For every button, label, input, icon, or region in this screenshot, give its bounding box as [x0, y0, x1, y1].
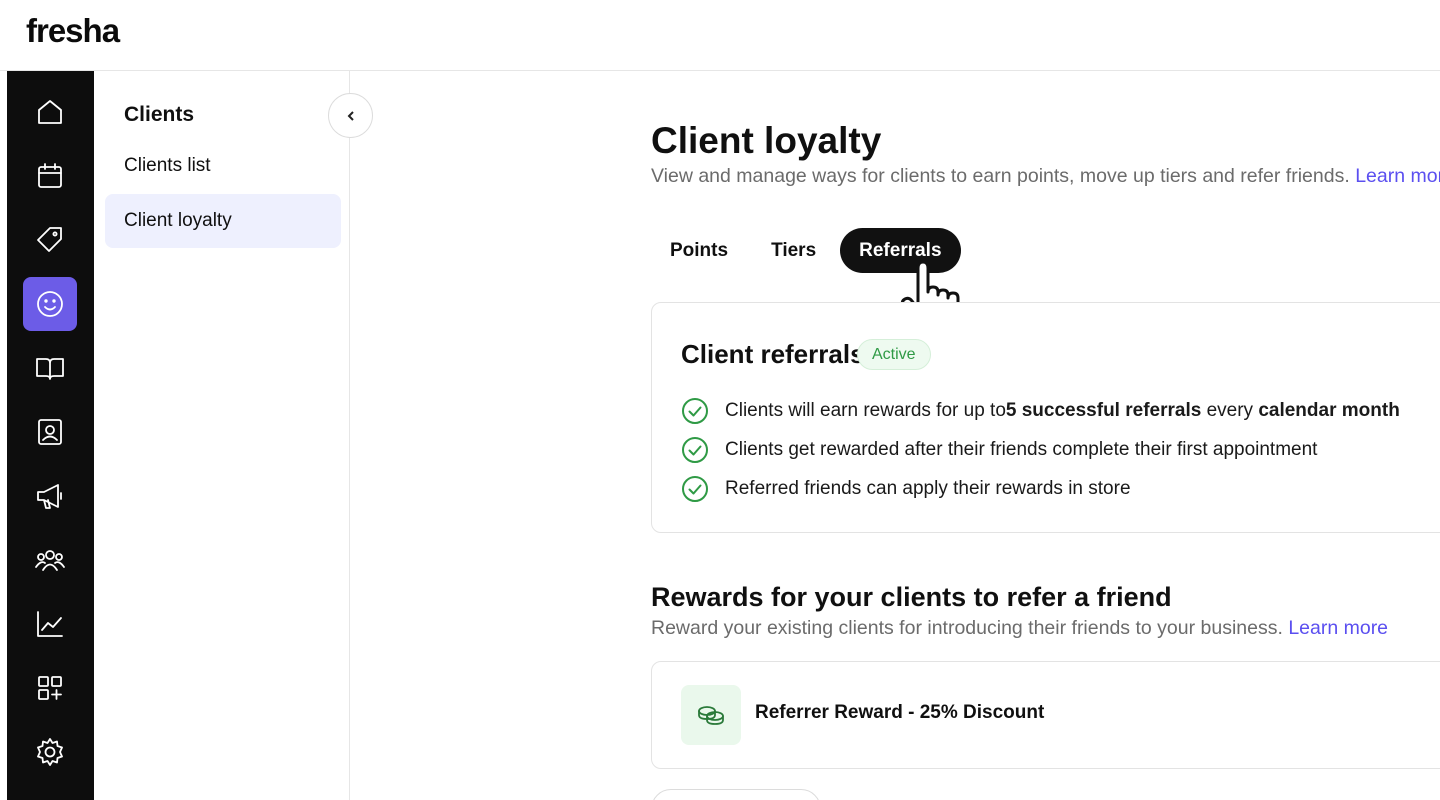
learn-more-link[interactable]: Learn more: [1355, 165, 1440, 187]
tab-tiers[interactable]: Tiers: [752, 228, 835, 273]
coins-icon: [698, 706, 724, 725]
rail-add-ons[interactable]: [23, 661, 77, 715]
page-subtitle: View and manage ways for clients to earn…: [651, 165, 1440, 188]
subnav-item-clients-list[interactable]: Clients list: [105, 139, 341, 193]
rail-settings[interactable]: [23, 725, 77, 779]
rail-marketing[interactable]: [23, 469, 77, 523]
fresha-logo[interactable]: fresha: [26, 12, 120, 50]
reward-label: Referrer Reward - 25% Discount: [755, 702, 1045, 723]
rail-sales[interactable]: [23, 213, 77, 267]
rewards-section-title: Rewards for your clients to refer a frie…: [651, 582, 1172, 612]
status-badge: Active: [857, 339, 931, 370]
add-apps-icon: [38, 676, 62, 700]
rule-3-text: Referred friends can apply their rewards…: [725, 478, 1131, 499]
subnav-title: Clients: [124, 103, 195, 126]
rule-2-text: Clients get rewarded after their friends…: [725, 439, 1318, 460]
rule-1-text-a: Clients will earn rewards for up to: [725, 400, 1006, 421]
smiley-icon: [37, 291, 63, 317]
rail-calendar[interactable]: [23, 149, 77, 203]
gear-icon: [37, 738, 63, 766]
calendar-icon: [38, 163, 62, 188]
page-subtitle-text: View and manage ways for clients to earn…: [651, 165, 1350, 187]
book-icon: [36, 358, 64, 380]
clients-subnav: Clients Clients list Client loyalty: [94, 71, 373, 800]
megaphone-icon: [37, 484, 62, 509]
check-circle-icon: [682, 437, 708, 463]
check-circle-icon: [682, 476, 708, 502]
tab-points[interactable]: Points: [651, 228, 747, 273]
rule-1-text-c: every: [1201, 400, 1259, 421]
team-icon: [35, 550, 65, 571]
referral-rule-2: Clients get rewarded after their friends…: [681, 435, 1317, 465]
rail-reports[interactable]: [23, 597, 77, 651]
rail-home[interactable]: [23, 85, 77, 139]
rail-staff[interactable]: [23, 533, 77, 587]
top-bar: fresha: [0, 0, 1440, 71]
referrer-reward-card[interactable]: Referrer Reward - 25% Discount: [651, 661, 1440, 769]
client-referrals-title: Client referrals: [681, 339, 865, 369]
check-circle-icon: [682, 398, 708, 424]
add-reward-button[interactable]: [651, 789, 821, 800]
rule-1-text-b: 5 successful referrals: [1005, 400, 1202, 421]
chart-icon: [37, 611, 63, 637]
home-icon: [38, 100, 62, 124]
tag-icon: [37, 227, 62, 252]
rewards-section-subtitle: Reward your existing clients for introdu…: [651, 617, 1388, 640]
rail-catalog[interactable]: [23, 341, 77, 395]
subnav-item-client-loyalty[interactable]: Client loyalty: [105, 194, 341, 248]
rail-clients[interactable]: [23, 277, 77, 331]
rail-team[interactable]: [23, 405, 77, 459]
rule-1-text-d: calendar month: [1258, 400, 1400, 421]
referral-rule-1: Clients will earn rewards for up to 5 su…: [681, 396, 1400, 426]
rewards-learn-more-link[interactable]: Learn more: [1288, 617, 1388, 639]
referral-rule-3: Referred friends can apply their rewards…: [681, 474, 1131, 504]
client-referrals-card: Client referrals Active Clients will ear…: [651, 302, 1440, 533]
page-title: Client loyalty: [651, 120, 882, 161]
icon-rail: [7, 71, 94, 800]
reward-icon-tile: [681, 685, 741, 745]
chevron-left-icon: [347, 110, 354, 121]
rewards-subtitle-text: Reward your existing clients for introdu…: [651, 617, 1283, 639]
contact-card-icon: [38, 419, 62, 445]
collapse-sidebar-button[interactable]: [328, 93, 373, 138]
